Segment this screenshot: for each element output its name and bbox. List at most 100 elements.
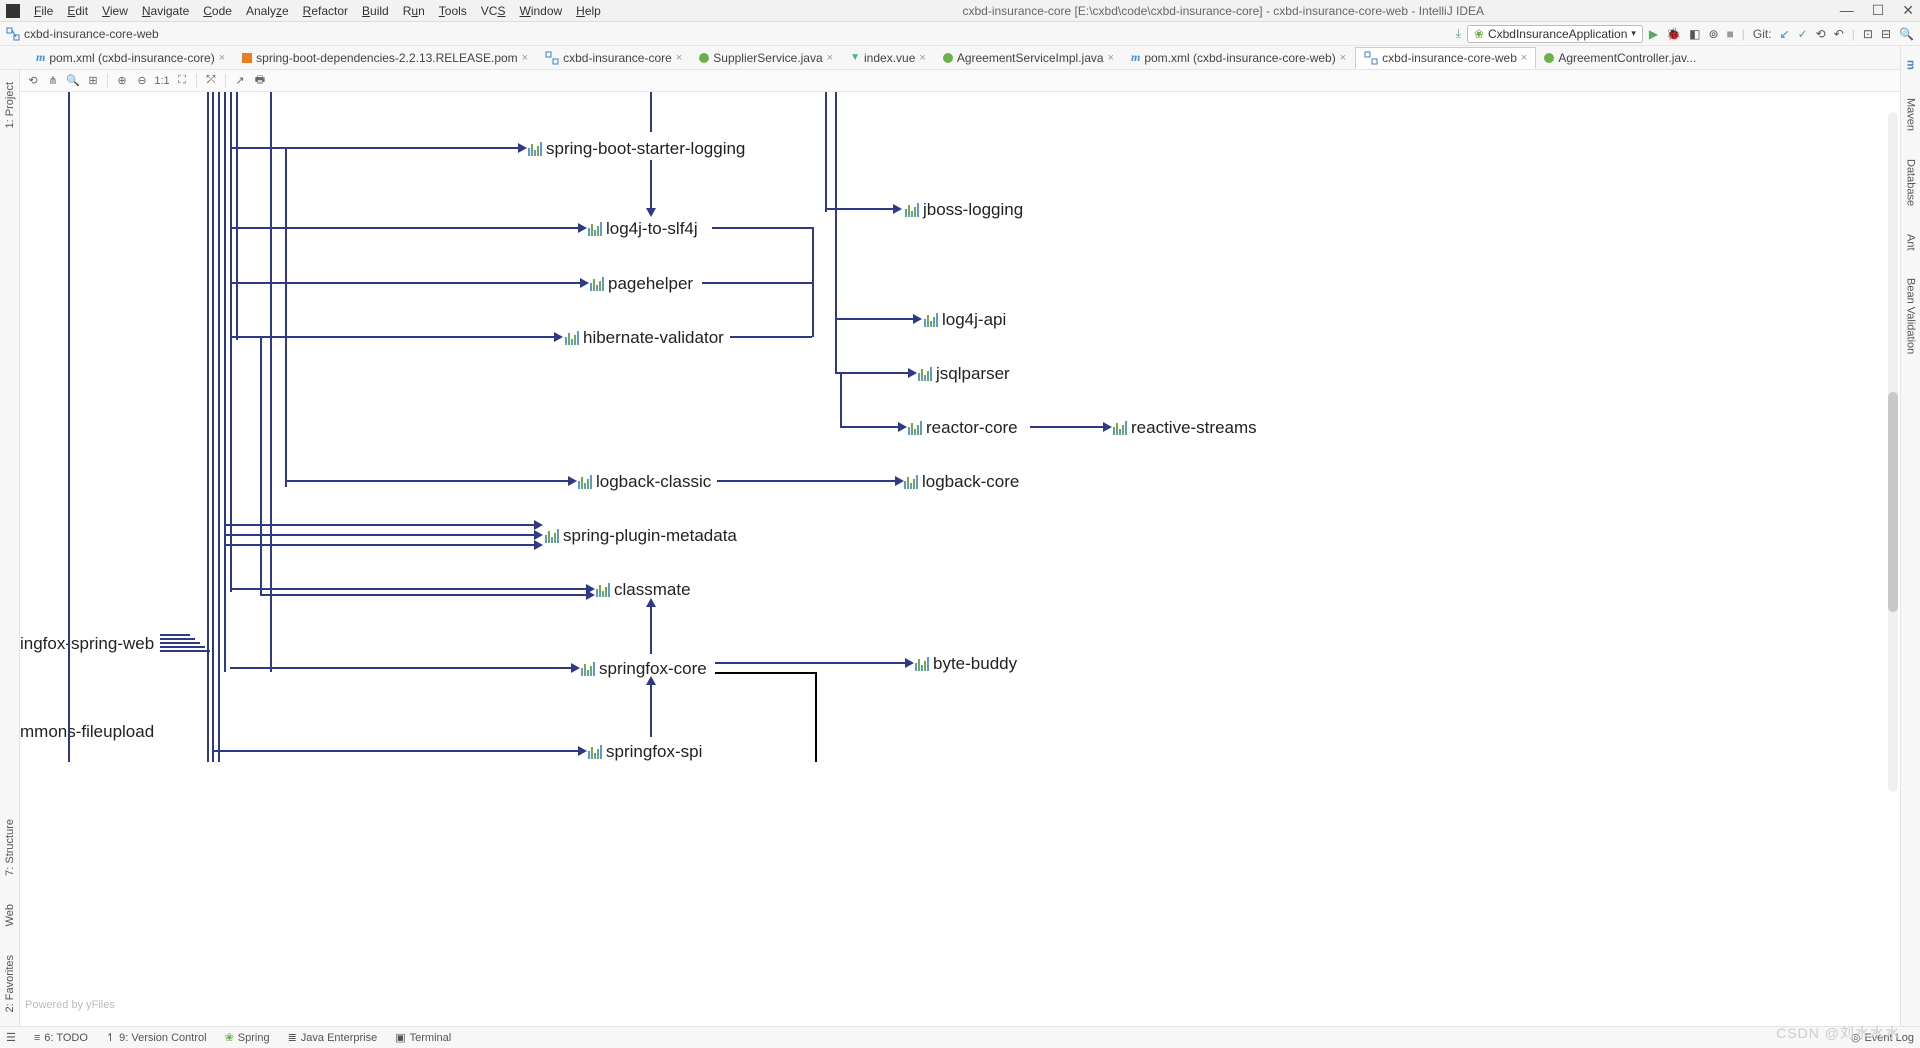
- node-springfox-spring-web[interactable]: ingfox-spring-web: [20, 634, 154, 654]
- node-log4j-to-slf4j[interactable]: log4j-to-slf4j: [588, 219, 698, 239]
- filter-button[interactable]: ⊞: [84, 72, 102, 90]
- close-icon[interactable]: ×: [676, 52, 682, 64]
- ide-settings-button[interactable]: ⊡: [1863, 27, 1873, 41]
- menu-tools[interactable]: Tools: [433, 2, 473, 20]
- tree-button[interactable]: ⋔: [44, 72, 62, 90]
- menu-file[interactable]: File: [28, 2, 59, 20]
- layout-button[interactable]: ⤱: [202, 72, 220, 90]
- maximize-button[interactable]: ☐: [1872, 2, 1885, 19]
- run-config-selector[interactable]: ❀ CxbdInsuranceApplication ▾: [1467, 25, 1643, 43]
- git-update-button[interactable]: ↙: [1780, 27, 1790, 41]
- git-history-button[interactable]: ⟲: [1816, 27, 1826, 41]
- node-jboss-logging[interactable]: jboss-logging: [905, 200, 1023, 220]
- scrollbar-thumb[interactable]: [1888, 392, 1898, 612]
- arrow-icon: [586, 590, 595, 600]
- close-icon[interactable]: ×: [919, 52, 925, 64]
- menu-analyze[interactable]: Analyze: [240, 2, 295, 20]
- status-more-icon[interactable]: ☰: [6, 1031, 16, 1044]
- export-button[interactable]: ↗: [231, 72, 249, 90]
- close-icon[interactable]: ×: [1108, 52, 1114, 64]
- database-tool[interactable]: Database: [1905, 155, 1917, 210]
- terminal-tool[interactable]: ▣ Terminal: [395, 1031, 451, 1044]
- menu-view[interactable]: View: [96, 2, 134, 20]
- node-spring-plugin-metadata[interactable]: spring-plugin-metadata: [545, 526, 737, 546]
- node-reactive-streams[interactable]: reactive-streams: [1113, 418, 1257, 438]
- close-button[interactable]: ✕: [1902, 2, 1914, 19]
- node-logback-core[interactable]: logback-core: [904, 472, 1019, 492]
- build-icon[interactable]: ⤓: [1456, 26, 1461, 41]
- menu-code[interactable]: Code: [197, 2, 238, 20]
- structure-tool[interactable]: 7: Structure: [4, 815, 16, 880]
- tab-spring-boot-deps[interactable]: spring-boot-dependencies-2.2.13.RELEASE.…: [234, 48, 537, 68]
- diagram-canvas[interactable]: spring-boot-starter-logging log4j-to-slf…: [20, 92, 1900, 1026]
- library-icon: [918, 367, 932, 381]
- menu-refactor[interactable]: Refactor: [297, 2, 354, 20]
- node-log4j-api[interactable]: log4j-api: [924, 310, 1006, 330]
- search-button[interactable]: 🔍: [1899, 27, 1914, 41]
- tab-agreement-impl[interactable]: AgreementServiceImpl.java×: [935, 48, 1123, 68]
- tab-diagram-core[interactable]: cxbd-insurance-core×: [537, 48, 691, 68]
- run-button[interactable]: ▶: [1649, 27, 1658, 41]
- jee-tool[interactable]: ≣ Java Enterprise: [288, 1031, 378, 1044]
- menu-edit[interactable]: Edit: [61, 2, 94, 20]
- node-jsqlparser[interactable]: jsqlparser: [918, 364, 1010, 384]
- library-icon: [588, 222, 602, 236]
- close-icon[interactable]: ×: [1340, 52, 1346, 64]
- maven-tool[interactable]: Maven: [1905, 94, 1917, 135]
- menu-build[interactable]: Build: [356, 2, 395, 20]
- git-commit-button[interactable]: ✓: [1798, 27, 1808, 41]
- close-icon[interactable]: ×: [1521, 52, 1527, 64]
- search-button[interactable]: 🔍: [64, 72, 82, 90]
- stop-button[interactable]: ■: [1727, 27, 1734, 41]
- node-logback-classic[interactable]: logback-classic: [578, 472, 711, 492]
- library-icon: [1113, 421, 1127, 435]
- ant-tool[interactable]: Ant: [1905, 230, 1917, 255]
- node-reactor-core[interactable]: reactor-core: [908, 418, 1018, 438]
- node-byte-buddy[interactable]: byte-buddy: [915, 654, 1017, 674]
- zoom-in-button[interactable]: ⊕: [113, 72, 131, 90]
- node-hibernate-validator[interactable]: hibernate-validator: [565, 328, 724, 348]
- close-icon[interactable]: ×: [827, 52, 833, 64]
- vcs-tool[interactable]: ↿ 9: Version Control: [106, 1031, 207, 1044]
- breadcrumb-item[interactable]: cxbd-insurance-core-web: [24, 27, 159, 41]
- coverage-button[interactable]: ◧: [1689, 27, 1700, 41]
- tab-agreement-controller[interactable]: AgreementController.jav...: [1536, 48, 1705, 68]
- menu-navigate[interactable]: Navigate: [136, 2, 195, 20]
- spring-tool[interactable]: ❀ Spring: [225, 1031, 270, 1044]
- tab-diagram-web[interactable]: cxbd-insurance-core-web×: [1355, 47, 1536, 69]
- project-tool[interactable]: 1: Project: [4, 78, 16, 132]
- search-everywhere-button[interactable]: ⊟: [1881, 27, 1891, 41]
- maven-tool-icon[interactable]: m: [1905, 56, 1917, 74]
- node-spring-boot-starter-logging[interactable]: spring-boot-starter-logging: [528, 139, 745, 159]
- git-revert-button[interactable]: ↶: [1834, 27, 1844, 41]
- bean-validation-tool[interactable]: Bean Validation: [1905, 274, 1917, 358]
- node-pagehelper[interactable]: pagehelper: [590, 274, 693, 294]
- tab-index-vue[interactable]: ▼index.vue×: [842, 48, 935, 68]
- node-springfox-spi[interactable]: springfox-spi: [588, 742, 702, 762]
- menu-run[interactable]: Run: [397, 2, 431, 20]
- menu-help[interactable]: Help: [570, 2, 607, 20]
- refresh-button[interactable]: ⟲: [24, 72, 42, 90]
- node-springfox-core[interactable]: springfox-core: [581, 659, 707, 679]
- tab-pom-web[interactable]: mpom.xml (cxbd-insurance-core-web)×: [1123, 47, 1355, 68]
- print-button[interactable]: 🖶: [251, 72, 269, 90]
- fit-button[interactable]: ⛶: [173, 72, 191, 90]
- minimize-button[interactable]: —: [1840, 2, 1854, 19]
- favorites-tool[interactable]: 2: Favorites: [4, 951, 16, 1016]
- debug-button[interactable]: 🐞: [1666, 27, 1681, 41]
- zoom-actual-button[interactable]: 1:1: [153, 72, 171, 90]
- profile-button[interactable]: ⊚: [1708, 27, 1718, 41]
- menu-window[interactable]: Window: [513, 2, 568, 20]
- menu-vcs[interactable]: VCS: [475, 2, 512, 20]
- web-tool[interactable]: Web: [4, 900, 16, 930]
- node-commons-fileupload[interactable]: mmons-fileupload: [20, 722, 154, 742]
- todo-tool[interactable]: ≡ 6: TODO: [34, 1032, 88, 1044]
- node-label: spring-boot-starter-logging: [546, 139, 745, 159]
- tab-supplier-service[interactable]: SupplierService.java×: [691, 48, 842, 68]
- zoom-out-button[interactable]: ⊖: [133, 72, 151, 90]
- edge: [212, 92, 214, 762]
- close-icon[interactable]: ×: [522, 52, 528, 64]
- node-classmate[interactable]: classmate: [596, 580, 691, 600]
- close-icon[interactable]: ×: [219, 52, 225, 64]
- tab-pom-core[interactable]: mpom.xml (cxbd-insurance-core)×: [28, 47, 234, 68]
